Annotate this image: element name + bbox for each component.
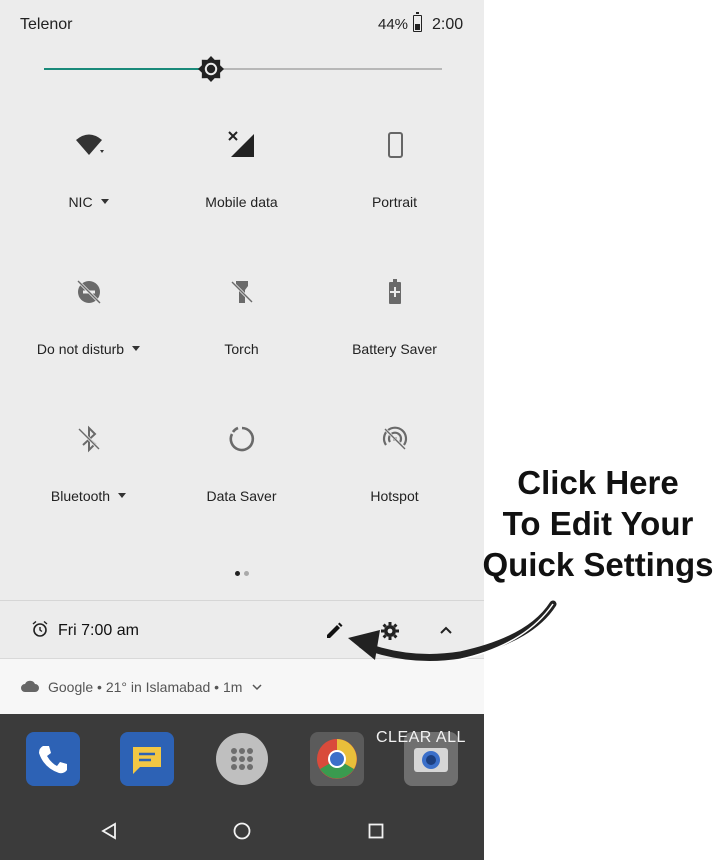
home-dock: CLEAR ALL bbox=[0, 714, 484, 860]
page-dot bbox=[244, 571, 249, 576]
notification-text: Google • 21° in Islamabad • 1m bbox=[48, 679, 243, 695]
tile-hotspot[interactable]: Hotspot bbox=[318, 404, 471, 524]
bluetooth-off-icon bbox=[77, 425, 100, 453]
tile-label: Data Saver bbox=[206, 488, 277, 504]
tile-do-not-disturb[interactable]: Do not disturb bbox=[12, 257, 165, 377]
back-icon[interactable] bbox=[100, 822, 118, 840]
status-clock: 2:00 bbox=[432, 16, 464, 33]
status-bar: Telenor 44% 2:00 bbox=[0, 0, 484, 50]
callout-text: Click Here To Edit Your Quick Settings bbox=[478, 462, 718, 585]
callout-line: To Edit Your bbox=[502, 505, 694, 542]
tile-data-saver[interactable]: Data Saver bbox=[165, 404, 318, 524]
dropdown-caret-icon[interactable] bbox=[100, 198, 109, 204]
navigation-bar bbox=[0, 804, 484, 860]
battery-percent: 44% bbox=[378, 16, 409, 33]
tile-label: Portrait bbox=[371, 194, 418, 210]
tile-torch[interactable]: Torch bbox=[165, 257, 318, 377]
tile-label: Battery Saver bbox=[352, 341, 437, 357]
cloud-icon bbox=[21, 680, 39, 692]
tile-bluetooth[interactable]: Bluetooth bbox=[12, 404, 165, 524]
phone-icon[interactable] bbox=[26, 732, 80, 786]
tile-label: Hotspot bbox=[370, 488, 419, 504]
messages-icon[interactable] bbox=[120, 732, 174, 786]
tile-label: Bluetooth bbox=[50, 488, 111, 504]
brightness-slider[interactable] bbox=[44, 56, 442, 82]
tile-label: Do not disturb bbox=[36, 341, 125, 357]
carrier-name: Telenor bbox=[20, 16, 73, 33]
dropdown-caret-icon[interactable] bbox=[118, 492, 127, 498]
battery-saver-icon bbox=[388, 279, 401, 304]
tile-portrait[interactable]: Portrait bbox=[318, 110, 471, 230]
brightness-fill bbox=[44, 68, 212, 70]
expand-chevron-icon[interactable] bbox=[252, 683, 262, 691]
tile-mobile-data[interactable]: Mobile data bbox=[165, 110, 318, 230]
callout-line: Quick Settings bbox=[482, 546, 714, 583]
hotspot-off-icon bbox=[382, 426, 407, 451]
chrome-icon[interactable] bbox=[310, 732, 364, 786]
app-drawer-icon[interactable] bbox=[215, 732, 269, 786]
tile-wifi[interactable]: NIC bbox=[12, 110, 165, 230]
mobile-data-off-icon bbox=[227, 131, 254, 157]
recent-apps-icon[interactable] bbox=[368, 823, 384, 839]
alarm-icon bbox=[32, 621, 48, 637]
callout-line: Click Here bbox=[517, 464, 679, 501]
quick-settings-tiles: NIC Mobile data Portrait Do not disturb … bbox=[10, 110, 470, 550]
tile-label: NIC bbox=[68, 194, 93, 210]
data-saver-icon bbox=[229, 426, 254, 452]
tile-battery-saver[interactable]: Battery Saver bbox=[318, 257, 471, 377]
next-alarm[interactable]: Fri 7:00 am bbox=[58, 622, 139, 640]
tile-label: Torch bbox=[224, 341, 259, 357]
portrait-icon bbox=[387, 132, 403, 158]
page-indicator bbox=[233, 563, 251, 581]
pointer-arrow bbox=[348, 600, 557, 661]
do-not-disturb-off-icon bbox=[76, 279, 101, 305]
clear-all-button[interactable]: CLEAR ALL bbox=[376, 729, 466, 747]
battery-icon bbox=[413, 12, 422, 32]
wifi-icon bbox=[75, 134, 104, 155]
page-dot-active bbox=[235, 571, 240, 576]
brightness-icon[interactable] bbox=[198, 56, 225, 82]
dropdown-caret-icon[interactable] bbox=[132, 345, 141, 351]
flashlight-off-icon bbox=[230, 280, 253, 304]
quick-settings-panel: Telenor 44% 2:00 NIC Mobile data Portrai… bbox=[0, 0, 484, 860]
home-icon[interactable] bbox=[233, 822, 251, 840]
tile-label: Mobile data bbox=[205, 194, 278, 210]
